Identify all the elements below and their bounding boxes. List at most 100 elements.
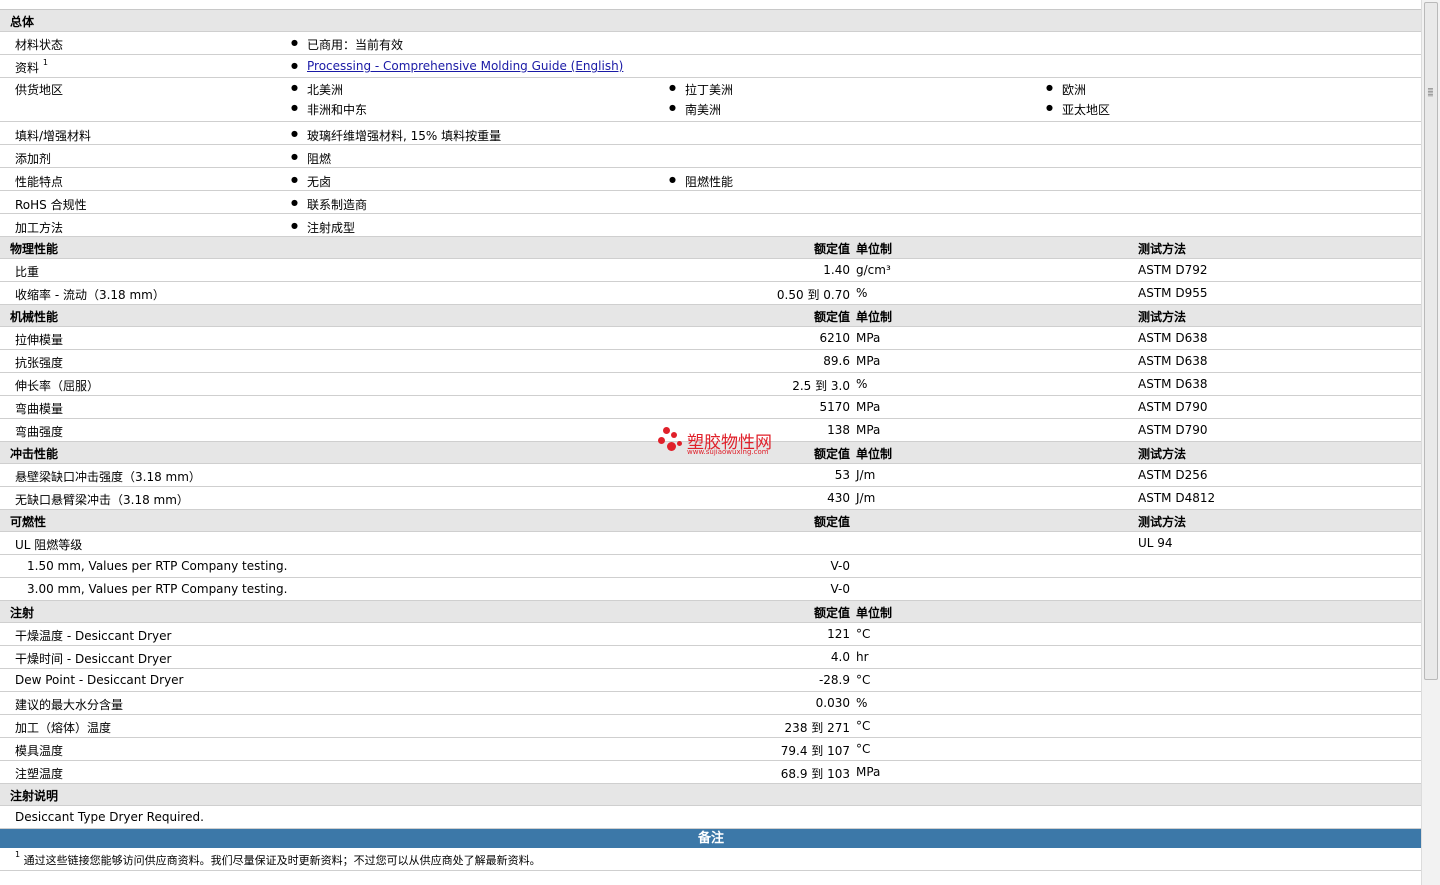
footnote-row: 1 通过这些链接您能够访问供应商资料。我们尽量保证及时更新资料；不过您可以从供应…	[0, 848, 1422, 871]
property-row: 伸长率（屈服） 2.5 到 3.0% ASTM D638	[0, 373, 1422, 396]
test-method-value: ASTM D955	[1138, 286, 1208, 300]
logo-dot-icon	[671, 432, 677, 438]
general-title: 总体	[10, 15, 35, 29]
nominal-value: 5170	[819, 400, 850, 414]
unit-value: g/cm³	[856, 263, 891, 277]
scrollbar-thumb[interactable]: ═ ═ ═	[1424, 2, 1438, 680]
nominal-header: 额定值	[813, 242, 850, 256]
nominal-header: 额定值	[813, 310, 850, 324]
value-bullet: 非洲和中东	[291, 101, 367, 118]
nominal-value: 430	[827, 491, 850, 505]
general-row: RoHS 合规性 联系制造商	[0, 191, 1422, 214]
section-header: 机械性能 额定值 单位制 测试方法	[0, 305, 1422, 327]
section-title: 机械性能	[10, 310, 59, 324]
logo-dot-icon	[658, 437, 665, 444]
value-bullet: 拉丁美洲	[669, 81, 733, 98]
nominal-value: 79.4 到 107	[780, 744, 850, 758]
unit-value: MPa	[856, 331, 881, 345]
nominal-value: 2.5 到 3.0	[792, 379, 850, 393]
property-label: 弯曲强度	[15, 425, 64, 439]
watermark-logo: 塑胶物性网 www.sujiaowuxing.com	[657, 425, 787, 461]
property-label: 悬壁梁缺口冲击强度（3.18 mm）	[15, 470, 201, 484]
unit-header: 单位制	[856, 447, 893, 461]
general-row: 填料/增强材料 玻璃纤维增强材料, 15% 填料按重量	[0, 122, 1422, 145]
section-title: 物理性能	[10, 242, 59, 256]
general-label: RoHS 合规性	[15, 198, 87, 212]
section-title: 注射	[10, 606, 35, 620]
nominal-value: 1.40	[823, 263, 850, 277]
test-method-value: ASTM D4812	[1138, 491, 1216, 505]
property-label: Dew Point - Desiccant Dryer	[15, 673, 184, 687]
nominal-value: 121	[827, 627, 850, 641]
value-bullet: 注射成型	[291, 219, 355, 236]
property-label: 拉伸模量	[15, 333, 64, 347]
footnote-text: 1 通过这些链接您能够访问供应商资料。我们尽量保证及时更新资料；不过您可以从供应…	[15, 850, 541, 868]
test-method-value: ASTM D638	[1138, 377, 1208, 391]
property-label: 建议的最大水分含量	[15, 698, 124, 712]
test-method-header: 测试方法	[1138, 310, 1187, 324]
unit-value: °C	[856, 742, 871, 756]
property-label: 模具温度	[15, 744, 64, 758]
general-label: 加工方法	[15, 221, 64, 235]
value-bullet: 阻燃性能	[669, 173, 733, 190]
test-method-header: 测试方法	[1138, 447, 1187, 461]
nominal-value: 4.0	[830, 650, 850, 664]
general-row: 材料状态 已商用：当前有效	[0, 32, 1422, 55]
unit-value: MPa	[856, 765, 881, 779]
unit-value: J/m	[856, 491, 876, 505]
test-method-value: ASTM D790	[1138, 423, 1208, 437]
property-row: 建议的最大水分含量 0.030%	[0, 692, 1422, 715]
section-title: 冲击性能	[10, 447, 59, 461]
injection-notes-text: Desiccant Type Dryer Required.	[15, 810, 204, 824]
section-header: 物理性能 额定值 单位制 测试方法	[0, 237, 1422, 259]
general-section: 总体材料状态 已商用：当前有效资料 1 Processing - Comprehen…	[0, 10, 1422, 237]
property-row: 注塑温度 68.9 到 103 MPa	[0, 761, 1422, 784]
unit-value: J/m	[856, 468, 876, 482]
property-row: 拉伸模量 6210 MPa ASTM D638	[0, 327, 1422, 350]
unit-header: 单位制	[856, 310, 893, 324]
general-label: 资料 1	[15, 58, 48, 75]
property-row: 悬壁梁缺口冲击强度（3.18 mm） 53 J/m ASTM D256	[0, 464, 1422, 487]
value-bullet: 欧洲	[1046, 81, 1086, 98]
injection-notes-header: 注射说明	[0, 784, 1422, 806]
property-row: 弯曲模量 5170 MPa ASTM D790	[0, 396, 1422, 419]
nominal-header: 额定值	[813, 447, 850, 461]
property-row: 1.50 mm, Values per RTP Company testing.…	[0, 555, 1422, 578]
injection-notes-row: Desiccant Type Dryer Required.	[0, 806, 1422, 829]
property-label: 干燥时间 - Desiccant Dryer	[15, 652, 172, 666]
logo-dot-icon	[667, 442, 676, 451]
vertical-scrollbar[interactable]: ═ ═ ═	[1421, 0, 1440, 885]
general-label: 填料/增强材料	[15, 129, 92, 143]
property-label: 弯曲模量	[15, 402, 64, 416]
nominal-header: 额定值	[813, 606, 850, 620]
property-label: 1.50 mm, Values per RTP Company testing.	[27, 559, 288, 573]
value-bullet: 南美洲	[669, 101, 721, 118]
test-method-header: 测试方法	[1138, 242, 1187, 256]
nominal-value: 0.50 到 0.70	[776, 288, 850, 302]
unit-value: MPa	[856, 354, 881, 368]
link-bullet: Processing - Comprehensive Molding Guide…	[291, 59, 623, 73]
unit-value: °C	[856, 627, 871, 641]
test-method-value: UL 94	[1138, 536, 1173, 550]
property-row: 干燥温度 - Desiccant Dryer 121 °C	[0, 623, 1422, 646]
injection-notes-title: 注射说明	[10, 789, 59, 803]
test-method-value: ASTM D256	[1138, 468, 1208, 482]
logo-dot-icon	[663, 427, 670, 434]
nominal-value: 68.9 到 103	[780, 767, 850, 781]
scrollbar-grip-icon: ═ ═ ═	[1428, 85, 1433, 100]
top-spacer	[0, 0, 1422, 10]
general-row: 添加剂 阻燃	[0, 145, 1422, 168]
property-label: UL 阻燃等级	[15, 538, 83, 552]
general-label: 材料状态	[15, 38, 64, 52]
property-label: 3.00 mm, Values per RTP Company testing.	[27, 582, 288, 596]
property-row: 比重 1.40 g/cm³ ASTM D792	[0, 259, 1422, 282]
nominal-value: 0.030	[815, 696, 850, 710]
nominal-value: 6210	[819, 331, 850, 345]
property-label: 收缩率 - 流动（3.18 mm）	[15, 288, 165, 302]
notes-header: 备注	[0, 829, 1422, 848]
processing-guide-link[interactable]: Processing - Comprehensive Molding Guide…	[307, 59, 623, 73]
property-row: 模具温度 79.4 到 107 °C	[0, 738, 1422, 761]
footnote-ref: 1	[42, 58, 48, 67]
unit-value: %	[856, 377, 868, 391]
test-method-header: 测试方法	[1138, 515, 1187, 529]
